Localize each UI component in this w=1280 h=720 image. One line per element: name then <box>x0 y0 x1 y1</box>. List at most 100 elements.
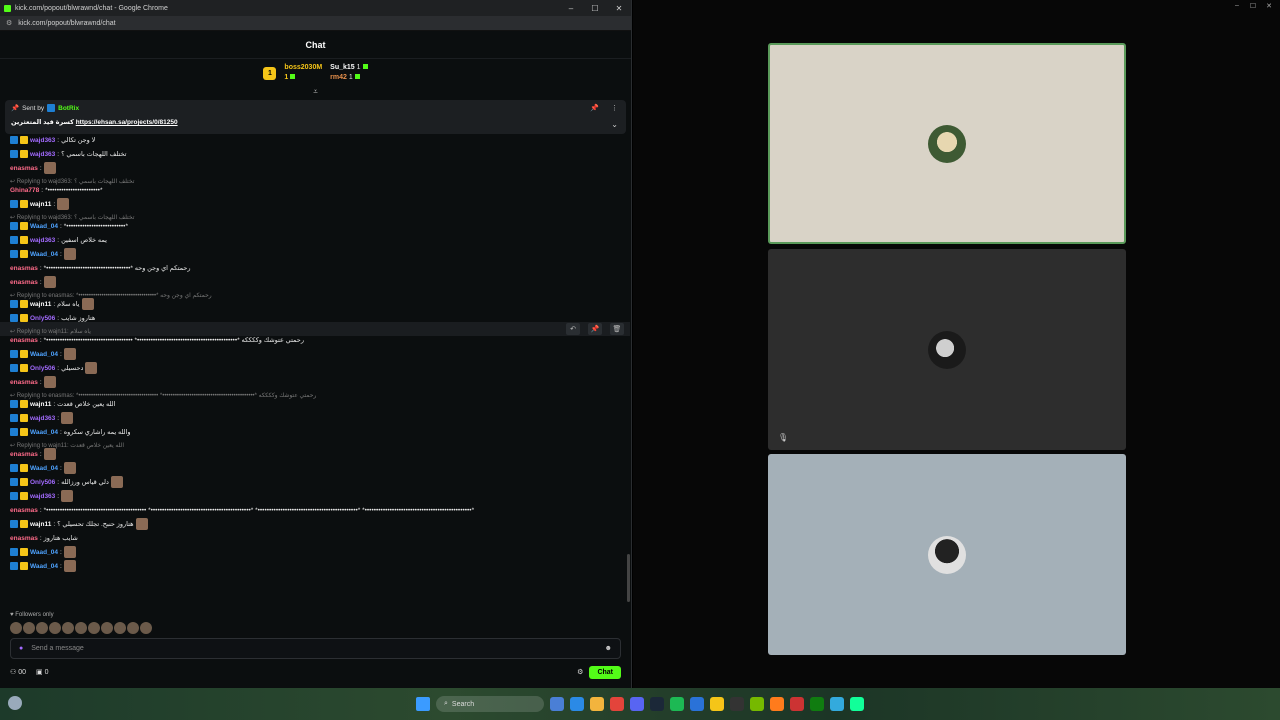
chat-message[interactable]: wajn11: هتاروز حنبح. تجلك تحسيلي ؟ <box>10 518 148 530</box>
file-explorer-icon[interactable] <box>590 697 604 711</box>
site-info-icon[interactable]: ⚙ <box>6 19 12 27</box>
chat-username[interactable]: enasmas <box>10 279 38 286</box>
app-icon[interactable] <box>710 697 724 711</box>
chat-message[interactable]: Waad_04: <box>10 546 76 558</box>
chat-username[interactable]: wajd363 <box>30 237 55 244</box>
emoji-picker-icon[interactable]: ☻ <box>605 645 612 652</box>
chat-username[interactable]: Waad_04 <box>30 351 58 358</box>
avatar[interactable] <box>127 622 139 634</box>
chat-message[interactable]: Only506: دلي قياس ورزالله <box>10 476 123 488</box>
chat-message[interactable]: Only506: دحسيلي <box>10 362 98 374</box>
task-view-icon[interactable] <box>550 697 564 711</box>
chat-username[interactable]: Only506 <box>30 479 55 486</box>
chat-username[interactable]: Waad_04 <box>30 465 58 472</box>
chat-message[interactable]: enasmas: شايب هتاروز <box>10 532 78 544</box>
chat-username[interactable]: wajn11 <box>30 301 51 308</box>
chat-message[interactable]: enasmas: *••••••••••••••••••••••••••••••… <box>10 334 304 346</box>
chat-send-button[interactable]: Chat <box>589 665 621 679</box>
chat-username[interactable]: wajn11 <box>30 521 51 528</box>
avatar[interactable] <box>101 622 113 634</box>
scrollbar[interactable] <box>627 554 630 602</box>
weather-icon[interactable] <box>8 696 22 710</box>
app-icon[interactable] <box>790 697 804 711</box>
chat-message[interactable]: Only506: هتاروز شايب <box>10 312 95 324</box>
chat-message[interactable]: enasmas: <box>10 376 56 388</box>
chat-username[interactable]: Waad_04 <box>30 549 58 556</box>
unpin-icon[interactable]: 📌 <box>590 104 599 112</box>
nvidia-icon[interactable] <box>750 697 764 711</box>
pinned-link[interactable]: https://ehsan.sa/projects/0/81250 <box>76 119 178 126</box>
chat-username[interactable]: Waad_04 <box>30 429 58 436</box>
app-icon[interactable] <box>850 697 864 711</box>
chat-message[interactable]: enasmas: *••••••••••••••••••••••••••••••… <box>10 262 191 274</box>
app-icon[interactable] <box>830 697 844 711</box>
avatar[interactable] <box>49 622 61 634</box>
chat-username[interactable]: Only506 <box>30 365 55 372</box>
chat-username[interactable]: enasmas <box>10 379 38 386</box>
chat-username[interactable]: Waad_04 <box>30 563 58 570</box>
app-icon[interactable] <box>690 697 704 711</box>
participant-tile[interactable]: 🎙 <box>768 249 1126 450</box>
spotify-icon[interactable] <box>670 697 684 711</box>
chat-username[interactable]: wajd363 <box>30 151 55 158</box>
edge-icon[interactable] <box>570 697 584 711</box>
chat-username[interactable]: enasmas <box>10 337 38 344</box>
chat-username[interactable]: wajd363 <box>30 493 55 500</box>
avatar[interactable] <box>36 622 48 634</box>
xbox-icon[interactable] <box>810 697 824 711</box>
chat-username[interactable]: enasmas <box>10 535 38 542</box>
steam-icon[interactable] <box>650 697 664 711</box>
chat-message[interactable]: wajd363: يمه خلاص اسفين <box>10 234 107 246</box>
participant-tile[interactable] <box>768 454 1126 655</box>
chat-message[interactable]: enasmas: <box>10 162 56 174</box>
app-icon[interactable] <box>730 697 744 711</box>
leader-1[interactable]: boss2030M 1 <box>284 63 322 83</box>
leader-2[interactable]: Su_k15 1 rm42 1 <box>330 63 368 83</box>
avatar[interactable] <box>62 622 74 634</box>
more-options-icon[interactable]: ⋮ <box>611 104 618 112</box>
chat-message[interactable]: Waad_04: <box>10 348 76 360</box>
chat-message[interactable]: Waad_04: والله يمه راشاري سكروه <box>10 426 131 438</box>
chat-message[interactable]: enasmas: <box>10 276 56 288</box>
start-button-icon[interactable] <box>416 697 430 711</box>
pin-message-icon[interactable]: 📌 <box>588 323 602 335</box>
expand-chevron-icon[interactable]: ⌄ <box>611 120 618 129</box>
chat-message[interactable]: Waad_04: <box>10 560 76 572</box>
chat-message[interactable]: Waad_04: <box>10 462 76 474</box>
chat-messages[interactable]: ↶ 📌 🗑 wajd363: لا وجن تكالي wajd363: تختل… <box>0 134 631 610</box>
chat-input[interactable]: ● Send a message ☻ <box>10 638 621 659</box>
chat-username[interactable]: Waad_04 <box>30 223 58 230</box>
maximize-button[interactable]: ☐ <box>1246 2 1260 10</box>
avatar[interactable] <box>114 622 126 634</box>
chat-username[interactable]: wajn11 <box>30 401 51 408</box>
chat-message[interactable]: wajn11: الله يعين خلاص قعدت <box>10 398 115 410</box>
chat-message[interactable]: enasmas: *••••••••••••••••••••••••••••••… <box>10 504 474 516</box>
chat-message[interactable]: Waad_04: <box>10 248 76 260</box>
chat-message[interactable]: wajd363: لا وجن تكالي <box>10 134 95 146</box>
chat-username[interactable]: enasmas <box>10 265 38 272</box>
chat-username[interactable]: Ghina778 <box>10 187 39 194</box>
chat-message[interactable]: wajd363: <box>10 490 74 502</box>
avatar[interactable] <box>88 622 100 634</box>
avatar[interactable] <box>75 622 87 634</box>
minimize-button[interactable]: – <box>1230 2 1244 10</box>
minimize-button[interactable]: – <box>559 4 583 13</box>
app-icon[interactable] <box>770 697 784 711</box>
avatar[interactable] <box>10 622 22 634</box>
pinned-sender[interactable]: BotRix <box>58 105 79 112</box>
chat-username[interactable]: Waad_04 <box>30 251 58 258</box>
chat-username[interactable]: wajn11 <box>30 201 51 208</box>
chat-message[interactable]: enasmas: <box>10 448 56 460</box>
chat-message[interactable]: wajn11: <box>10 198 70 210</box>
mic-icon[interactable]: ● <box>19 645 23 652</box>
participant-tile[interactable] <box>768 43 1126 244</box>
close-button[interactable]: ✕ <box>1262 2 1276 10</box>
delete-icon[interactable]: 🗑 <box>610 323 624 335</box>
chat-message[interactable]: wajd363: <box>10 412 74 424</box>
chat-message[interactable]: wajn11: ياه سلام <box>10 298 94 310</box>
address-bar[interactable]: ⚙ kick.com/popout/blwrawnd/chat <box>0 16 631 31</box>
avatar[interactable] <box>23 622 35 634</box>
avatar[interactable] <box>140 622 152 634</box>
chevron-down-icon[interactable]: ⩡ <box>0 87 631 97</box>
maximize-button[interactable]: ☐ <box>583 4 607 13</box>
